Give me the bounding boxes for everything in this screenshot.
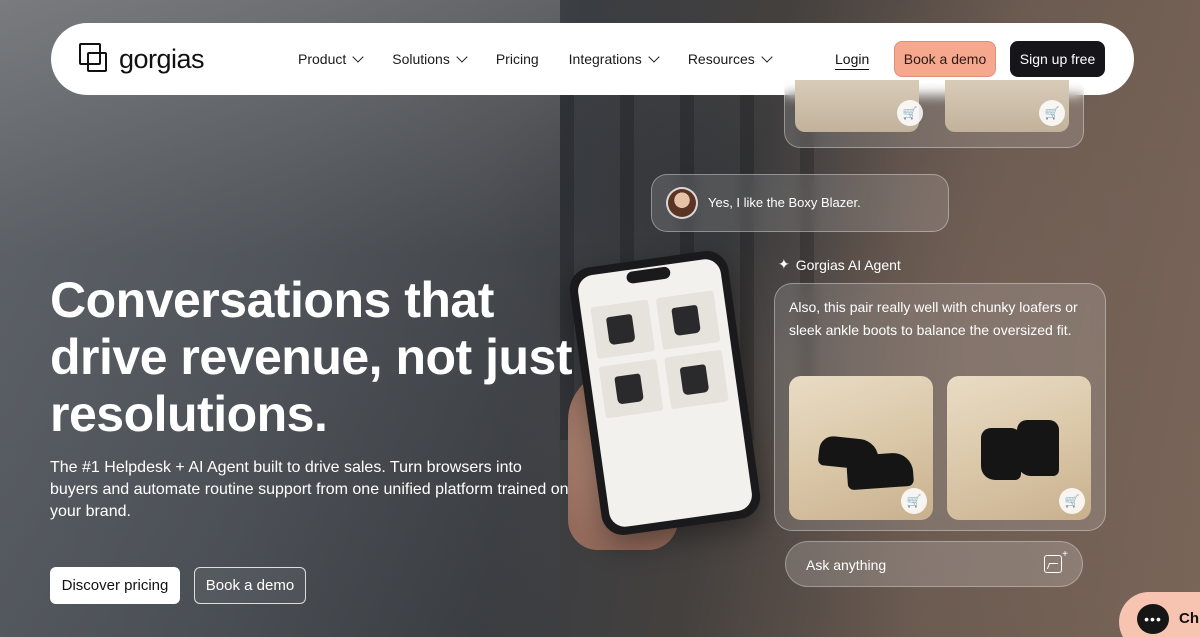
chat-bubble-icon: ••• — [1137, 604, 1169, 634]
phone-product-grid — [590, 290, 729, 419]
hero-headline: Conversations that drive revenue, not ju… — [50, 272, 572, 442]
image-upload-icon[interactable] — [1044, 555, 1062, 573]
add-to-cart-button[interactable]: 🛒 — [1039, 100, 1065, 126]
nav-links: Product Solutions Pricing Integrations R… — [298, 23, 801, 95]
add-to-cart-button[interactable]: 🛒 — [1059, 488, 1085, 514]
user-message-text: Yes, I like the Boxy Blazer. — [708, 195, 861, 210]
chevron-down-icon — [648, 51, 660, 63]
ask-placeholder: Ask anything — [806, 557, 887, 573]
avatar — [666, 187, 698, 219]
logo-text: gorgias — [119, 43, 205, 74]
nav-item-label: Product — [298, 51, 347, 67]
gorgias-logo-icon — [79, 43, 109, 75]
nav-item-product[interactable]: Product — [298, 51, 364, 67]
nav-item-label: Integrations — [568, 51, 642, 67]
cart-icon: 🛒 — [906, 494, 922, 508]
discover-pricing-button[interactable]: Discover pricing — [50, 567, 180, 604]
book-demo-hero-button[interactable]: Book a demo — [194, 567, 306, 604]
chevron-down-icon — [456, 51, 468, 63]
user-message-bubble: Yes, I like the Boxy Blazer. — [651, 174, 949, 232]
login-link[interactable]: Login — [835, 51, 870, 70]
phone-notch — [625, 266, 672, 285]
ask-input[interactable]: Ask anything + — [785, 541, 1083, 587]
nav-item-label: Resources — [687, 51, 755, 67]
cart-icon: 🛒 — [902, 106, 918, 120]
chat-widget-button[interactable]: ••• Ch — [1119, 592, 1200, 637]
product-card-loafers[interactable]: 🛒 — [789, 376, 933, 520]
nav-item-solutions[interactable]: Solutions — [392, 51, 468, 67]
plus-icon: + — [1062, 549, 1068, 560]
cart-icon: 🛒 — [1064, 494, 1080, 508]
nav-item-label: Pricing — [495, 51, 539, 67]
add-to-cart-button[interactable]: 🛒 — [901, 488, 927, 514]
book-demo-button[interactable]: Book a demo — [894, 41, 996, 77]
agent-message-card: Also, this pair really well with chunky … — [774, 283, 1106, 531]
boot-image — [1017, 420, 1059, 476]
nav-item-label: Solutions — [392, 51, 450, 67]
cart-icon: 🛒 — [1044, 106, 1060, 120]
sparkle-icon: ✦ — [778, 256, 790, 272]
logo[interactable]: gorgias — [79, 43, 205, 75]
loafer-image — [845, 451, 915, 491]
chevron-down-icon — [352, 51, 364, 63]
phone-product-tile — [655, 290, 721, 350]
chat-widget-label: Ch — [1179, 610, 1199, 627]
hero-subtext: The #1 Helpdesk + AI Agent built to driv… — [50, 459, 569, 520]
nav-item-resources[interactable]: Resources — [687, 51, 773, 67]
boot-image — [981, 428, 1021, 480]
add-to-cart-button[interactable]: 🛒 — [897, 100, 923, 126]
product-card-boots[interactable]: 🛒 — [947, 376, 1091, 520]
phone-product-tile — [664, 349, 729, 410]
signup-button[interactable]: Sign up free — [1010, 41, 1105, 77]
nav-item-integrations[interactable]: Integrations — [568, 51, 660, 67]
top-product-card: 🛒 🛒 — [784, 80, 1084, 148]
agent-label: ✦ Gorgias AI Agent — [778, 256, 901, 273]
agent-name: Gorgias AI Agent — [795, 256, 901, 273]
chevron-down-icon — [761, 51, 773, 63]
agent-message-text: Also, this pair really well with chunky … — [789, 299, 1078, 338]
nav-item-pricing[interactable]: Pricing — [496, 51, 539, 67]
